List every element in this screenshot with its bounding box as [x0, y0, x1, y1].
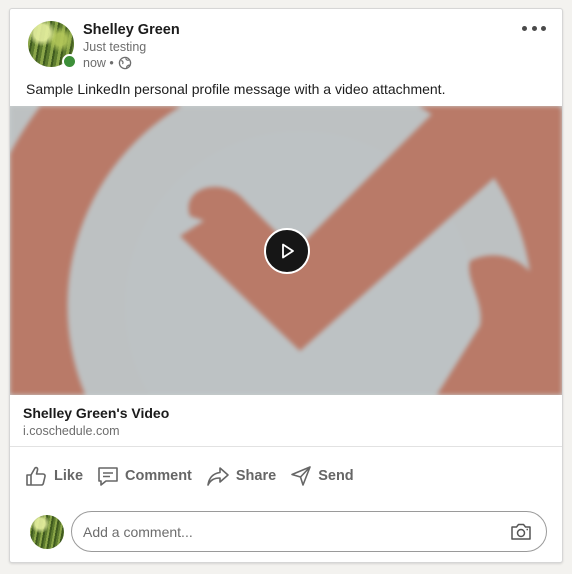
video-player[interactable] — [10, 106, 562, 395]
author-avatar[interactable] — [28, 21, 77, 69]
like-icon — [24, 464, 48, 488]
camera-icon[interactable] — [510, 523, 532, 546]
post-time: now • — [83, 56, 114, 70]
comment-button[interactable]: Comment — [97, 465, 192, 487]
author-headline: Just testing — [83, 40, 147, 54]
post-meta: now • — [83, 56, 132, 70]
post-message: Sample LinkedIn personal profile message… — [26, 81, 446, 97]
globe-icon — [118, 56, 132, 70]
send-icon — [290, 465, 312, 487]
comment-box[interactable] — [71, 511, 547, 552]
post-card: Shelley Green Just testing now • Sample … — [9, 8, 563, 563]
video-link[interactable]: i.coschedule.com — [23, 424, 120, 438]
more-options-button[interactable] — [522, 21, 546, 35]
dot — [522, 25, 527, 31]
online-status-dot — [62, 54, 77, 69]
share-label: Share — [235, 468, 277, 484]
commenter-avatar[interactable] — [30, 515, 64, 549]
comment-icon — [97, 465, 119, 487]
comment-input[interactable] — [83, 523, 508, 540]
share-icon — [206, 465, 230, 487]
social-actions: Like Comment Share Send — [24, 461, 368, 491]
video-details[interactable]: Shelley Green's Video i.coschedule.com — [10, 395, 562, 447]
send-label: Send — [318, 468, 354, 484]
dot — [531, 25, 537, 31]
send-button[interactable]: Send — [290, 465, 354, 487]
play-icon[interactable] — [264, 228, 310, 274]
video-title[interactable]: Shelley Green's Video — [23, 405, 169, 421]
like-label: Like — [54, 468, 84, 484]
comment-label: Comment — [125, 468, 192, 484]
author-name[interactable]: Shelley Green — [83, 22, 180, 38]
dot — [541, 25, 546, 31]
share-button[interactable]: Share — [206, 465, 276, 487]
like-button[interactable]: Like — [24, 464, 83, 488]
